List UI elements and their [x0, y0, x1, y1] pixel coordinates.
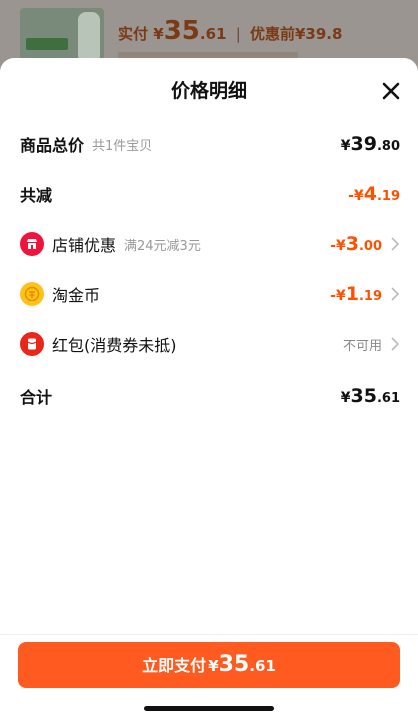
- close-icon: [382, 82, 400, 100]
- footer-divider: [0, 634, 418, 635]
- close-button[interactable]: [380, 80, 402, 102]
- background-before-value: ¥39.8: [295, 25, 343, 43]
- row-goods-total: 商品总价 共1件宝贝 ¥39.80: [20, 130, 400, 158]
- goods-total-sub: 共1件宝贝: [92, 138, 153, 154]
- goods-total-amount: ¥39.80: [341, 133, 400, 155]
- row-total-reduction: 共减 -¥ 4.19: [20, 180, 400, 208]
- coins-dec: .19: [358, 289, 382, 304]
- red-packet-label: 红包(消费券未抵): [52, 336, 177, 355]
- row-taobao-coins[interactable]: 淘金币 -¥ 1.19: [20, 280, 400, 308]
- store-icon: [20, 232, 44, 256]
- background-separator: |: [235, 25, 241, 43]
- sum-amount: ¥35.61: [341, 385, 400, 407]
- goods-total-int: 39: [350, 133, 377, 155]
- goods-total-currency: ¥: [340, 138, 351, 154]
- store-discount-sub: 满24元减3元: [124, 238, 201, 254]
- reduction-int: 4: [363, 183, 377, 205]
- background-before-label: 优惠前: [249, 25, 295, 43]
- background-pay-dec: .61: [199, 25, 227, 43]
- store-discount-dec: .00: [358, 239, 382, 254]
- pay-button-currency: ¥: [208, 657, 219, 675]
- coins-label: 淘金币: [52, 286, 101, 305]
- sum-currency: ¥: [340, 390, 351, 406]
- row-store-discount[interactable]: 店铺优惠 满24元减3元 -¥ 3.00: [20, 230, 400, 258]
- product-bottle-image: [78, 12, 100, 60]
- store-discount-int: 3: [345, 233, 359, 255]
- sheet-title: 价格明细: [170, 80, 247, 102]
- goods-total-dec: .80: [376, 139, 400, 154]
- pay-button-int: 35: [218, 652, 250, 677]
- background-price-summary: 实付 ¥35.61 | 优惠前¥39.8: [118, 16, 342, 46]
- background-pay-int: 35: [163, 16, 200, 46]
- background-pay-currency: ¥: [153, 25, 164, 43]
- reduction-currency: -¥: [348, 188, 364, 204]
- background-pay-label: 实付: [118, 25, 149, 43]
- sum-label: 合计: [20, 388, 53, 407]
- coins-currency: -¥: [330, 288, 346, 304]
- red-packet-icon: [20, 332, 44, 356]
- reduction-amount: -¥ 4.19: [348, 183, 400, 205]
- home-indicator: [144, 706, 274, 711]
- row-red-packet[interactable]: 红包(消费券未抵) 不可用: [20, 330, 400, 358]
- reduction-dec: .19: [376, 189, 400, 204]
- red-packet-status: 不可用: [342, 338, 382, 354]
- coins-amount: -¥ 1.19: [330, 283, 382, 305]
- store-discount-currency: -¥: [330, 238, 346, 254]
- pay-now-button[interactable]: 立即支付 ¥35.61: [18, 642, 400, 688]
- coins-int: 1: [345, 283, 359, 305]
- price-detail-sheet: 价格明细 商品总价 共1件宝贝 ¥39.80 共减 -¥ 4.19 店铺优惠 满2…: [0, 58, 418, 720]
- pay-button-dec: .61: [249, 657, 276, 675]
- reduction-label: 共减: [20, 186, 53, 205]
- chevron-right-icon: [390, 337, 400, 351]
- product-label-image: [26, 38, 68, 50]
- pay-button-label: 立即支付: [142, 656, 207, 675]
- sum-dec: .61: [376, 391, 400, 406]
- sum-int: 35: [350, 385, 377, 407]
- goods-total-label: 商品总价: [20, 136, 85, 155]
- chevron-right-icon: [390, 237, 400, 251]
- store-discount-label: 店铺优惠: [52, 236, 117, 255]
- row-sum: 合计 ¥35.61: [20, 382, 400, 410]
- store-discount-amount: -¥ 3.00: [330, 233, 382, 255]
- product-image: [20, 8, 104, 64]
- coin-icon: [20, 282, 44, 306]
- chevron-right-icon: [390, 287, 400, 301]
